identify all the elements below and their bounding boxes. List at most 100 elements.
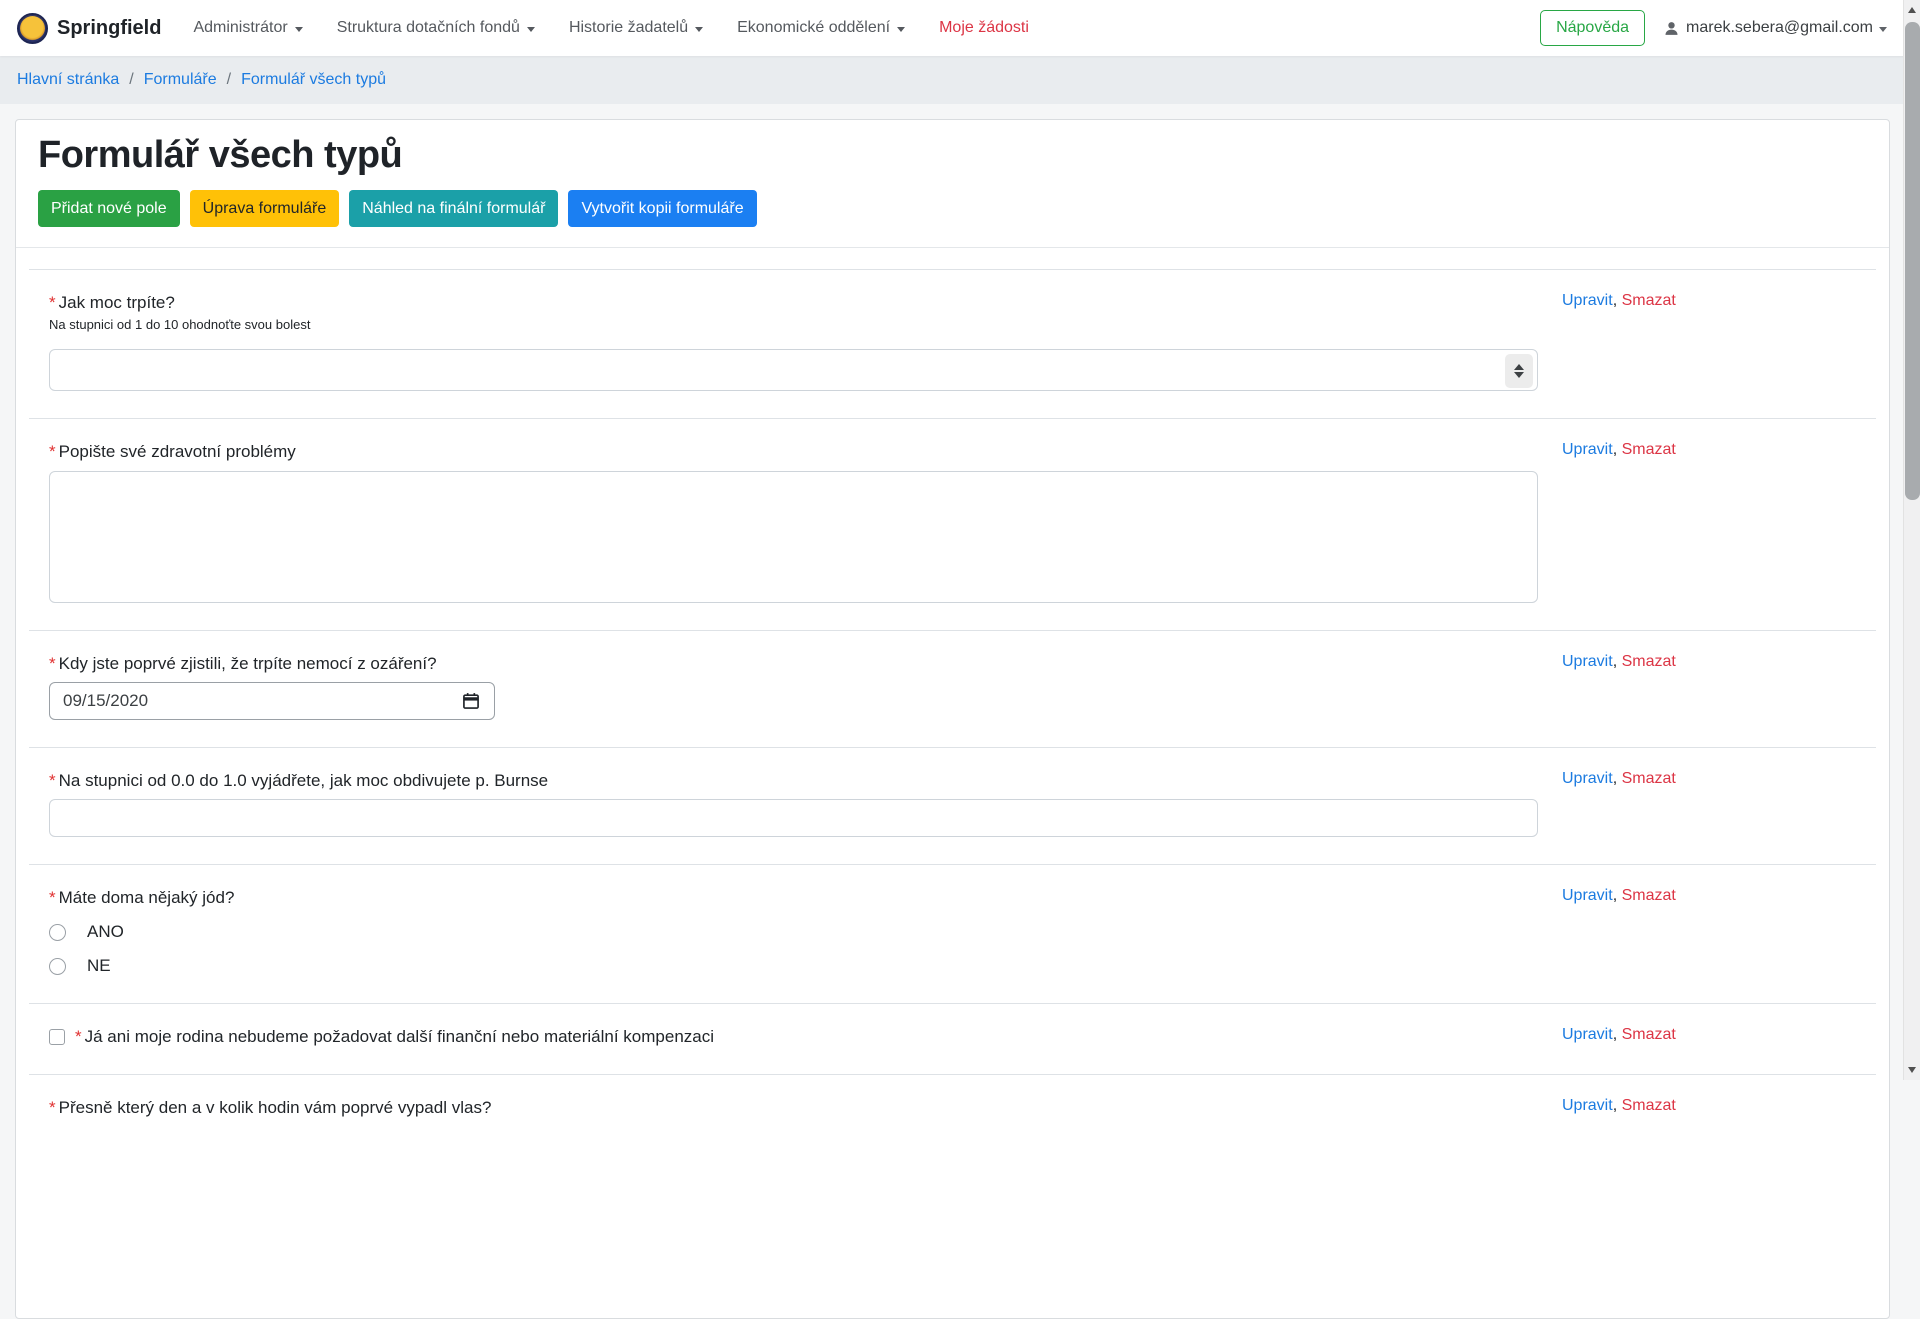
nav-item-label: Moje žádosti bbox=[939, 19, 1029, 37]
scroll-up-arrow-icon[interactable] bbox=[1908, 7, 1916, 13]
field-label-text: Kdy jste poprvé zjistili, že trpíte nemo… bbox=[59, 654, 437, 673]
form-card: Formulář všech typů Přidat nové pole Úpra… bbox=[15, 119, 1890, 1319]
action-separator: , bbox=[1613, 292, 1622, 309]
field-help-text: Na stupnici od 1 do 10 ohodnoťte svou bo… bbox=[49, 317, 1538, 332]
nav-item-struktura-dota-n-ch-fond-[interactable]: Struktura dotačních fondů bbox=[337, 19, 535, 37]
toolbar-button--prava-formul-e[interactable]: Úprava formuláře bbox=[190, 190, 340, 227]
brand[interactable]: Springfield bbox=[17, 13, 161, 44]
breadcrumb-link[interactable]: Formuláře bbox=[144, 71, 217, 89]
field-label-text: Máte doma nějaký jód? bbox=[59, 888, 235, 907]
nav-item-label: Struktura dotačních fondů bbox=[337, 19, 520, 37]
action-separator: , bbox=[1613, 770, 1622, 787]
required-asterisk: * bbox=[49, 654, 56, 673]
brand-name: Springfield bbox=[57, 17, 161, 40]
user-menu[interactable]: marek.sebera@gmail.com bbox=[1663, 19, 1887, 37]
delete-link[interactable]: Smazat bbox=[1622, 1097, 1676, 1114]
breadcrumb-separator: / bbox=[129, 71, 133, 89]
field-label-text: Já ani moje rodina nebudeme požadovat da… bbox=[85, 1026, 714, 1047]
field-label: *Já ani moje rodina nebudeme požadovat d… bbox=[49, 1026, 1538, 1047]
chevron-down-icon bbox=[897, 27, 905, 32]
nav-item-label: Administrátor bbox=[193, 19, 287, 37]
field-label: *Přesně který den a v kolik hodin vám po… bbox=[49, 1097, 1538, 1118]
textarea-input[interactable] bbox=[49, 471, 1538, 603]
user-email: marek.sebera@gmail.com bbox=[1686, 19, 1873, 37]
up-arrow-icon bbox=[1514, 364, 1524, 370]
toolbar-button-n-hled-na-fin-ln-formul-[interactable]: Náhled na finální formulář bbox=[349, 190, 558, 227]
nav-item-ekonomick-odd-len-[interactable]: Ekonomické oddělení bbox=[737, 19, 905, 37]
edit-link[interactable]: Upravit bbox=[1562, 887, 1613, 904]
field-label: *Na stupnici od 0.0 do 1.0 vyjádřete, ja… bbox=[49, 770, 1538, 791]
nav-item-historie-adatel-[interactable]: Historie žadatelů bbox=[569, 19, 703, 37]
required-asterisk: * bbox=[49, 442, 56, 461]
edit-link[interactable]: Upravit bbox=[1562, 770, 1613, 787]
action-separator: , bbox=[1613, 1026, 1622, 1043]
edit-link[interactable]: Upravit bbox=[1562, 653, 1613, 670]
radio-option[interactable]: ANO bbox=[49, 922, 1538, 942]
required-asterisk: * bbox=[49, 293, 56, 312]
chevron-down-icon bbox=[695, 27, 703, 32]
delete-link[interactable]: Smazat bbox=[1622, 441, 1676, 458]
nav-item-moje-dosti[interactable]: Moje žádosti bbox=[939, 19, 1029, 37]
field-main: *Já ani moje rodina nebudeme požadovat d… bbox=[49, 1026, 1538, 1047]
required-asterisk: * bbox=[49, 888, 56, 907]
delete-link[interactable]: Smazat bbox=[1622, 1026, 1676, 1043]
field-label: *Kdy jste poprvé zjistili, že trpíte nem… bbox=[49, 653, 1538, 674]
form-fields-list: *Jak moc trpíte?Na stupnici od 1 do 10 o… bbox=[29, 248, 1876, 1145]
page-title: Formulář všech typů bbox=[38, 134, 1867, 177]
form-field-row: *Popište své zdravotní problémyUpravit, … bbox=[29, 418, 1876, 630]
field-actions: Upravit, Smazat bbox=[1538, 887, 1876, 976]
window-scrollbar[interactable] bbox=[1903, 0, 1920, 1080]
user-icon bbox=[1663, 20, 1680, 37]
scrollbar-thumb[interactable] bbox=[1905, 22, 1920, 500]
delete-link[interactable]: Smazat bbox=[1622, 292, 1676, 309]
nav-item-administr-tor[interactable]: Administrátor bbox=[193, 19, 302, 37]
select-stepper-icon bbox=[1505, 354, 1533, 388]
field-label-text: Přesně který den a v kolik hodin vám pop… bbox=[59, 1098, 492, 1117]
radio-option-label: ANO bbox=[87, 922, 124, 942]
field-actions: Upravit, Smazat bbox=[1538, 770, 1876, 837]
chevron-down-icon bbox=[527, 27, 535, 32]
date-input[interactable]: 09/15/2020 bbox=[49, 682, 495, 720]
form-field-row: *Kdy jste poprvé zjistili, že trpíte nem… bbox=[29, 630, 1876, 747]
form-field-row: *Na stupnici od 0.0 do 1.0 vyjádřete, ja… bbox=[29, 747, 1876, 864]
edit-link[interactable]: Upravit bbox=[1562, 292, 1613, 309]
breadcrumb-bar: Hlavní stránka / Formuláře / Formulář všech … bbox=[0, 56, 1920, 104]
edit-link[interactable]: Upravit bbox=[1562, 441, 1613, 458]
chevron-down-icon bbox=[295, 27, 303, 32]
required-asterisk: * bbox=[49, 1098, 56, 1117]
radio-input[interactable] bbox=[49, 924, 66, 941]
chevron-down-icon bbox=[1879, 27, 1887, 32]
edit-link[interactable]: Upravit bbox=[1562, 1026, 1613, 1043]
nav-item-label: Ekonomické oddělení bbox=[737, 19, 890, 37]
field-label-text: Jak moc trpíte? bbox=[59, 293, 175, 312]
help-button[interactable]: Nápověda bbox=[1540, 10, 1645, 46]
toolbar-button-p-idat-nov-pole[interactable]: Přidat nové pole bbox=[38, 190, 180, 227]
scroll-down-arrow-icon[interactable] bbox=[1908, 1067, 1916, 1073]
radio-option[interactable]: NE bbox=[49, 956, 1538, 976]
breadcrumb-separator: / bbox=[227, 71, 231, 89]
delete-link[interactable]: Smazat bbox=[1622, 887, 1676, 904]
radio-input[interactable] bbox=[49, 958, 66, 975]
form-field-row: *Jak moc trpíte? Na stupnici od 1 do 10 o… bbox=[29, 269, 1876, 418]
field-label: *Popište své zdravotní problémy bbox=[49, 441, 1538, 462]
breadcrumb-link[interactable]: Hlavní stránka bbox=[17, 71, 119, 89]
delete-link[interactable]: Smazat bbox=[1622, 770, 1676, 787]
select-input[interactable] bbox=[49, 349, 1538, 391]
field-actions: Upravit, Smazat bbox=[1538, 653, 1876, 720]
nav-right: Nápověda marek.sebera@gmail.com bbox=[1540, 10, 1903, 46]
down-arrow-icon bbox=[1514, 372, 1524, 378]
toolbar-button-vytvo-it-kopii-formul-e[interactable]: Vytvořit kopii formuláře bbox=[568, 190, 756, 227]
nav-menu: Administrátor Struktura dotačních fondů Hi… bbox=[193, 19, 1028, 37]
breadcrumb-link[interactable]: Formulář všech typů bbox=[241, 71, 386, 89]
card-header: Formulář všech typů Přidat nové pole Úpra… bbox=[16, 120, 1889, 248]
text-input[interactable] bbox=[49, 799, 1538, 837]
delete-link[interactable]: Smazat bbox=[1622, 653, 1676, 670]
field-main: *Kdy jste poprvé zjistili, že trpíte nem… bbox=[49, 653, 1538, 720]
calendar-icon bbox=[461, 691, 481, 716]
radio-option-label: NE bbox=[87, 956, 111, 976]
checkbox-input[interactable] bbox=[49, 1029, 65, 1045]
field-main: *Přesně který den a v kolik hodin vám po… bbox=[49, 1097, 1538, 1118]
toolbar: Přidat nové pole Úprava formulářeNáhled n… bbox=[38, 190, 1867, 227]
edit-link[interactable]: Upravit bbox=[1562, 1097, 1613, 1114]
nav-item-label: Historie žadatelů bbox=[569, 19, 688, 37]
